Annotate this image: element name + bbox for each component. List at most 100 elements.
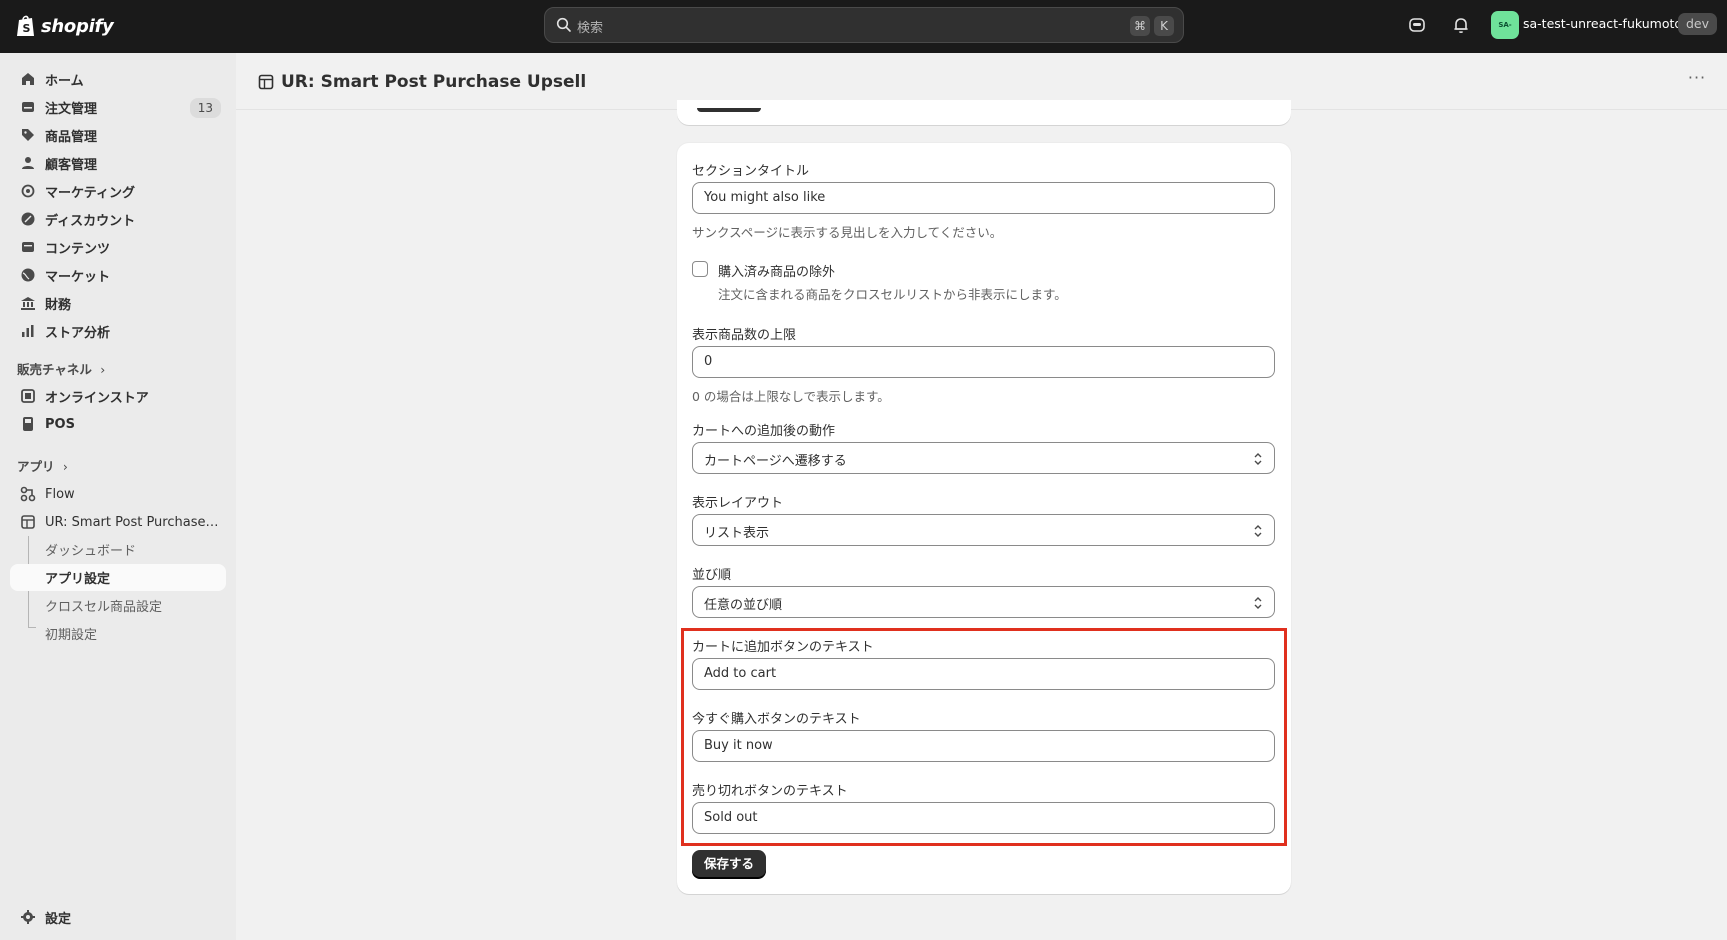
add-to-cart-text-input[interactable]: Add to cart (692, 658, 1275, 690)
store-avatar[interactable]: SA- (1491, 11, 1519, 39)
sidebar-item-content[interactable]: コンテンツ (10, 233, 226, 261)
sidebar-item-markets[interactable]: マーケット (10, 261, 226, 289)
buy-now-text-input[interactable]: Buy it now (692, 730, 1275, 762)
app-icon (21, 515, 35, 529)
dev-badge: dev (1678, 13, 1718, 35)
section-title-label: セクションタイトル (692, 164, 810, 179)
sidebar-item-label: 財務 (45, 297, 72, 313)
orders-icon (22, 102, 34, 112)
sidebar-subitem-app-settings[interactable]: アプリ設定 (10, 564, 226, 591)
search-placeholder: 検索 (577, 21, 604, 36)
shortcut-k-key: K (1154, 16, 1174, 36)
sidebar-subitem-label: クロスセル商品設定 (45, 600, 163, 615)
max-items-help: 0 の場合は上限なしで表示します。 (692, 389, 890, 404)
sidebar-item-app-upsell[interactable]: UR: Smart Post Purchase Upsell (10, 508, 226, 536)
sidebar-item-label: オンラインストア (45, 390, 149, 406)
select-chevron-icon (1254, 525, 1262, 537)
sidebar-item-label: マーケット (45, 269, 111, 285)
store-name[interactable]: sa-test-unreact-fukumoto (1523, 16, 1682, 31)
sales-channels-heading-label: 販売チャネル (17, 362, 92, 377)
search-bar[interactable]: 検索 ⌘ K (544, 7, 1184, 43)
sidebar-item-online-store[interactable]: オンラインストア (10, 382, 226, 410)
after-add-value: カートページへ遷移する (704, 454, 847, 469)
sidebar-item-label: 注文管理 (45, 101, 98, 117)
bank-icon (21, 297, 35, 310)
previous-card (677, 100, 1291, 125)
section-title-value: You might also like (704, 190, 826, 205)
person-icon (22, 157, 34, 169)
sidebar-subitem-label: ダッシュボード (45, 544, 137, 559)
orders-count-badge: 13 (189, 98, 221, 118)
sidebar-item-analytics[interactable]: ストア分析 (10, 317, 226, 345)
sidebar-item-label: 商品管理 (45, 129, 98, 145)
exclude-purchased-help: 注文に含まれる商品をクロスセルリストから非表示にします。 (718, 287, 1067, 302)
layout-value: リスト表示 (704, 526, 770, 541)
app-icon (258, 74, 274, 90)
home-icon (22, 73, 34, 85)
add-to-cart-text-label: カートに追加ボタンのテキスト (692, 640, 874, 655)
sales-channels-heading[interactable]: 販売チャネル › (17, 359, 105, 378)
bell-icon[interactable] (1451, 15, 1471, 35)
sidebar-item-home[interactable]: ホーム (10, 65, 226, 93)
buy-now-text-label: 今すぐ購入ボタンのテキスト (692, 712, 861, 727)
sidebar: ホーム 注文管理 13 商品管理 顧客管理 マーケティング ディスカウント コン… (0, 53, 236, 940)
layout-label: 表示レイアウト (692, 496, 784, 511)
flow-icon (20, 486, 36, 502)
sidebar-item-settings[interactable]: 設定 (10, 903, 226, 931)
sidebar-item-label: ホーム (45, 73, 84, 89)
sidebar-item-orders[interactable]: 注文管理 13 (10, 93, 226, 121)
pos-icon (23, 417, 33, 431)
max-items-input[interactable]: 0 (692, 346, 1275, 378)
exclude-purchased-label[interactable]: 購入済み商品の除外 (718, 261, 835, 280)
sidebar-item-discounts[interactable]: ディスカウント (10, 205, 226, 233)
sidebar-item-products[interactable]: 商品管理 (10, 121, 226, 149)
exclude-purchased-checkbox[interactable] (692, 261, 708, 277)
apps-heading[interactable]: アプリ › (17, 456, 68, 475)
content-icon (22, 242, 34, 252)
select-chevron-icon (1254, 597, 1262, 609)
shortcut-cmd-key: ⌘ (1130, 16, 1150, 36)
sidebar-item-label: マーケティング (45, 185, 135, 201)
sidebar-item-label: コンテンツ (45, 241, 111, 257)
sidebar-item-flow[interactable]: Flow (10, 480, 226, 508)
previous-card-button[interactable] (697, 108, 761, 112)
svg-text:S: S (23, 22, 31, 35)
sidebar-subitem-crosssell-settings[interactable]: クロスセル商品設定 (10, 592, 226, 619)
page-title: UR: Smart Post Purchase Upsell (281, 72, 587, 92)
after-add-label: カートへの追加後の動作 (692, 424, 836, 439)
max-items-value: 0 (704, 354, 713, 369)
top-bar: S shopify 検索 ⌘ K SA- sa-test-unreact-fuk… (0, 0, 1727, 53)
sidebar-item-marketing[interactable]: マーケティング (10, 177, 226, 205)
sidebar-item-label: 設定 (45, 911, 72, 927)
sidebar-item-customers[interactable]: 顧客管理 (10, 149, 226, 177)
sidebar-item-finance[interactable]: 財務 (10, 289, 226, 317)
search-icon (556, 17, 571, 32)
sort-select[interactable]: 任意の並び順 (692, 586, 1275, 618)
sidebar-item-label: UR: Smart Post Purchase Upsell (45, 514, 220, 530)
settings-card: セクションタイトル You might also like サンクスページに表示… (677, 143, 1291, 894)
after-add-select[interactable]: カートページへ遷移する (692, 442, 1275, 474)
sidebar-item-label: ストア分析 (45, 325, 111, 341)
add-to-cart-text-value: Add to cart (704, 666, 777, 681)
globe-icon (21, 268, 35, 282)
sort-label: 並び順 (692, 568, 732, 583)
shopify-bag-icon: S (17, 15, 34, 36)
logo-text: shopify (41, 15, 114, 37)
apps-heading-label: アプリ (17, 459, 55, 474)
tag-icon (22, 129, 34, 141)
sidebar-subitem-initial-settings[interactable]: 初期設定 (10, 620, 226, 647)
sidebar-subitem-label: 初期設定 (45, 628, 98, 643)
sidebar-item-pos[interactable]: POS (10, 410, 226, 438)
sidebar-item-label: ディスカウント (45, 213, 136, 229)
shopify-logo[interactable]: S shopify (16, 13, 114, 39)
section-title-input[interactable]: You might also like (692, 182, 1275, 214)
gear-icon (21, 910, 35, 924)
sidekick-icon[interactable] (1407, 15, 1427, 35)
save-button[interactable]: 保存する (692, 850, 767, 878)
more-actions-icon[interactable]: ··· (1687, 70, 1707, 89)
sidebar-subitem-dashboard[interactable]: ダッシュボード (10, 536, 226, 563)
store-icon (21, 389, 35, 403)
sold-out-text-input[interactable]: Sold out (692, 802, 1275, 834)
discount-icon (21, 212, 35, 226)
layout-select[interactable]: リスト表示 (692, 514, 1275, 546)
